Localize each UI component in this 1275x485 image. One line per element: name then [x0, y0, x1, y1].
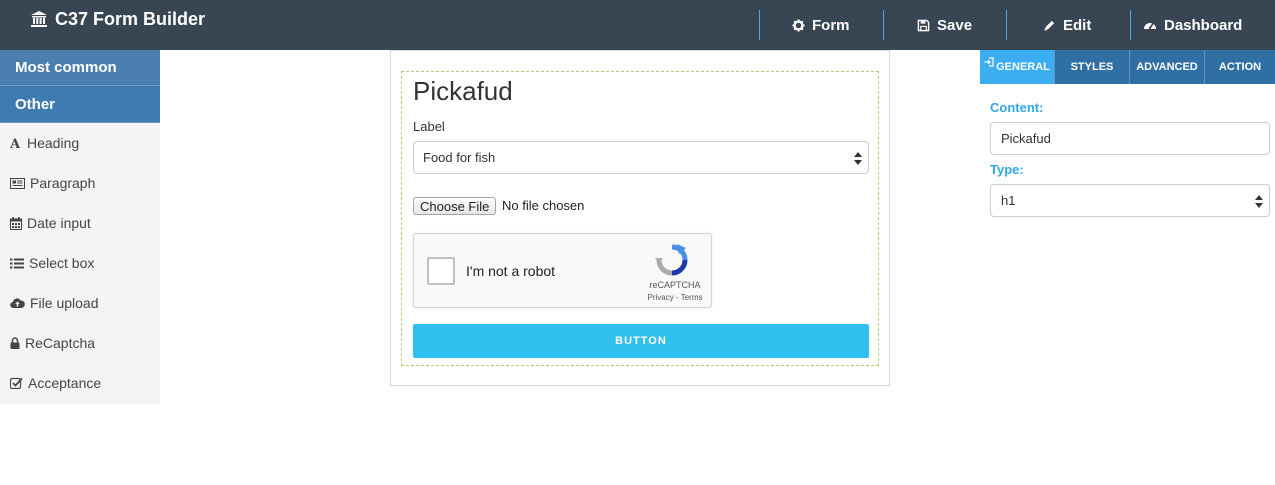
- nav-dashboard-button[interactable]: Dashboard: [1143, 10, 1242, 40]
- select-arrows-icon: [1255, 195, 1263, 208]
- recaptcha-logo-icon: [655, 244, 688, 276]
- category-other[interactable]: Other: [0, 86, 160, 123]
- bank-icon: [31, 11, 47, 27]
- list-icon: [10, 258, 24, 268]
- gear-icon: [792, 18, 805, 32]
- recaptcha-label: I'm not a robot: [466, 263, 556, 279]
- property-tabs: GENERAL STYLES ADVANCED ACTION: [980, 50, 1275, 84]
- app-brand[interactable]: C37 Form Builder: [30, 8, 205, 30]
- select-label: Label: [413, 119, 445, 134]
- type-select[interactable]: h1: [990, 184, 1270, 217]
- type-value: h1: [1001, 193, 1016, 208]
- category-most-common[interactable]: Most common: [0, 50, 160, 86]
- sidebar-item-heading[interactable]: A Heading: [0, 123, 160, 163]
- nav-edit-button[interactable]: Edit: [1043, 10, 1091, 40]
- sidebar-item-label: Select box: [29, 255, 95, 271]
- nav-save-label: Save: [937, 16, 973, 34]
- sidebar-item-recaptcha[interactable]: ReCaptcha: [0, 323, 160, 363]
- svg-text:A: A: [10, 137, 21, 149]
- sidebar-item-file-upload[interactable]: File upload: [0, 283, 160, 323]
- nav-divider: [759, 10, 760, 40]
- sidebar-item-label: Heading: [27, 135, 80, 151]
- nav-divider: [1130, 10, 1131, 40]
- form-canvas: Pickafud Label Food for fish Choose File…: [390, 50, 890, 386]
- content-value: Pickafud: [1001, 131, 1051, 146]
- pencil-icon: [1044, 20, 1055, 31]
- dashboard-icon: [1144, 22, 1156, 29]
- form-drop-area[interactable]: Pickafud Label Food for fish Choose File…: [401, 71, 879, 366]
- recaptcha-brand: reCAPTCHA: [649, 280, 701, 290]
- nav-save-button[interactable]: Save: [917, 10, 972, 40]
- form-heading[interactable]: Pickafud: [413, 76, 513, 107]
- recaptcha-widget: I'm not a robot reCAPTCHA Privacy - Term…: [413, 233, 712, 308]
- calendar-icon: [10, 216, 22, 230]
- nav-form-label: Form: [812, 16, 850, 34]
- sidebar-item-paragraph[interactable]: Paragraph: [0, 163, 160, 203]
- select-value: Food for fish: [423, 150, 496, 165]
- floppy-disk-icon: [917, 19, 930, 31]
- tab-advanced[interactable]: ADVANCED: [1130, 50, 1205, 84]
- nav-divider: [883, 10, 884, 40]
- tab-label: GENERAL: [996, 61, 1050, 73]
- sidebar-item-label: Paragraph: [30, 175, 96, 191]
- sidebar-item-label: File upload: [30, 295, 99, 311]
- cloud-upload-icon: [10, 298, 25, 309]
- nav-edit-label: Edit: [1063, 16, 1092, 34]
- app-title: C37 Form Builder: [55, 8, 206, 29]
- sidebar-item-label: Date input: [27, 215, 91, 231]
- type-label: Type:: [990, 162, 1024, 177]
- sidebar-item-date-input[interactable]: Date input: [0, 203, 160, 243]
- checkbox-icon: [10, 377, 23, 389]
- tab-action[interactable]: ACTION: [1205, 50, 1275, 84]
- lock-icon: [10, 337, 20, 349]
- nav-dashboard-label: Dashboard: [1164, 16, 1243, 34]
- select-arrows-icon: [854, 152, 862, 165]
- sidebar-item-label: ReCaptcha: [25, 335, 96, 351]
- choose-file-button[interactable]: Choose File: [413, 197, 497, 215]
- food-select[interactable]: Food for fish: [413, 141, 869, 174]
- heading-icon: A: [10, 137, 21, 149]
- content-label: Content:: [990, 100, 1044, 115]
- nav-divider: [1006, 10, 1007, 40]
- sign-in-icon: [984, 57, 994, 67]
- sidebar-item-select-box[interactable]: Select box: [0, 243, 160, 283]
- sidebar-item-label: Acceptance: [28, 375, 102, 391]
- component-sidebar: Most common Other A Heading Paragraph Da…: [0, 50, 160, 404]
- tab-general[interactable]: GENERAL: [980, 50, 1055, 84]
- file-status-text: No file chosen: [502, 198, 585, 213]
- recaptcha-privacy-terms[interactable]: Privacy - Terms: [640, 293, 710, 302]
- form-submit-button[interactable]: BUTTON: [413, 324, 869, 358]
- sidebar-item-acceptance[interactable]: Acceptance: [0, 363, 160, 403]
- top-navbar: C37 Form Builder Form Save Edit Dashboar…: [0, 0, 1275, 50]
- recaptcha-checkbox[interactable]: [427, 257, 455, 285]
- content-input[interactable]: Pickafud: [990, 122, 1270, 155]
- tab-styles[interactable]: STYLES: [1055, 50, 1130, 84]
- nav-form-button[interactable]: Form: [792, 10, 850, 40]
- paragraph-icon: [10, 177, 25, 189]
